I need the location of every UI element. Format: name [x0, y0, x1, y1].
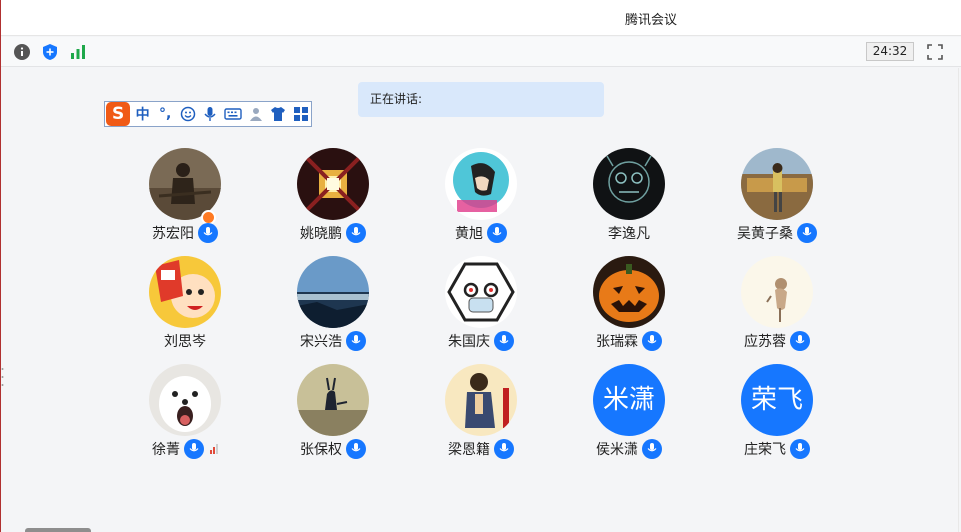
title-bar: 腾讯会议 [1, 0, 961, 36]
microphone-icon [790, 439, 810, 459]
avatar [297, 364, 369, 436]
avatar [149, 364, 221, 436]
avatar [297, 256, 369, 328]
participant-tile[interactable]: 米潇 侯米潇 [569, 364, 689, 464]
avatar [297, 148, 369, 220]
participant-tile[interactable]: 张瑞霖 [569, 256, 689, 356]
shield-icon[interactable] [40, 42, 60, 62]
microphone-icon [494, 331, 514, 351]
network-signal-icon [210, 444, 218, 454]
ime-mode-toggle[interactable]: 中 [132, 103, 153, 125]
participant-tile[interactable]: 宋兴浩 [273, 256, 393, 356]
avatar [741, 256, 813, 328]
microphone-icon [198, 223, 218, 243]
participant-tile[interactable]: 徐菁 [125, 364, 245, 464]
participant-name: 黄旭 [455, 226, 483, 242]
participant-name: 张瑞霖 [596, 334, 638, 350]
speaking-indicator: 正在讲话: [358, 82, 604, 117]
microphone-icon [346, 439, 366, 459]
participant-tile[interactable]: 黄旭 [421, 148, 541, 248]
ime-toolbar: S 中 °, [104, 101, 312, 127]
avatar [593, 256, 665, 328]
avatar [149, 148, 221, 220]
sogou-logo[interactable]: S [106, 102, 131, 126]
participant-tile[interactable]: 朱国庆 [421, 256, 541, 356]
microphone-icon [184, 439, 204, 459]
avatar [445, 148, 517, 220]
participant-name: 张保权 [300, 442, 342, 458]
avatar: 米潇 [593, 364, 665, 436]
participant-tile[interactable]: 姚晓鹏 [273, 148, 393, 248]
microphone-icon [797, 223, 817, 243]
participant-name: 侯米潇 [596, 442, 638, 458]
participant-name: 梁恩籍 [448, 442, 490, 458]
info-icon[interactable] [12, 42, 32, 62]
microphone-icon [494, 439, 514, 459]
participant-tile[interactable]: 张保权 [273, 364, 393, 464]
participant-tile[interactable]: 李逸凡 [569, 148, 689, 248]
divider [958, 68, 959, 532]
participant-name: 刘思岑 [164, 334, 206, 350]
avatar [593, 148, 665, 220]
participant-name: 应苏蓉 [744, 334, 786, 350]
participant-name: 姚晓鹏 [300, 226, 342, 242]
participant-name: 徐菁 [152, 442, 180, 458]
participant-tile[interactable]: 刘思岑 [125, 256, 245, 356]
avatar [741, 148, 813, 220]
microphone-icon [487, 223, 507, 243]
bottom-tab[interactable] [25, 528, 91, 532]
participant-tile[interactable]: 苏宏阳 [125, 148, 245, 248]
emoji-icon[interactable] [177, 103, 198, 125]
meeting-toolbar: 24:32 [1, 37, 961, 67]
avatar [149, 256, 221, 328]
keyboard-icon[interactable] [223, 103, 244, 125]
microphone-icon[interactable] [200, 103, 221, 125]
signal-icon[interactable] [68, 42, 88, 62]
participant-name: 苏宏阳 [152, 226, 194, 242]
microphone-icon [642, 439, 662, 459]
participant-tile[interactable]: 梁恩籍 [421, 364, 541, 464]
participant-tile[interactable]: 吴黄子桑 [717, 148, 837, 248]
fullscreen-icon[interactable] [925, 42, 945, 62]
participant-name: 李逸凡 [608, 226, 650, 242]
microphone-icon [346, 331, 366, 351]
microphone-icon [790, 331, 810, 351]
participant-name: 吴黄子桑 [737, 226, 793, 242]
participant-name: 宋兴浩 [300, 334, 342, 350]
microphone-icon [642, 331, 662, 351]
meeting-window: 腾讯会议 24:32 正在讲话: S 中 °, 苏宏阳 姚晓鹏 黄旭 李逸凡 吴… [0, 0, 961, 532]
participant-name: 朱国庆 [448, 334, 490, 350]
microphone-icon [346, 223, 366, 243]
avatar [445, 256, 517, 328]
participant-tile[interactable]: 荣飞 庄荣飞 [717, 364, 837, 464]
participant-tile[interactable]: 应苏蓉 [717, 256, 837, 356]
user-icon[interactable] [245, 103, 266, 125]
ime-punct-toggle[interactable]: °, [155, 103, 176, 125]
shirt-icon[interactable] [268, 103, 289, 125]
avatar: 荣飞 [741, 364, 813, 436]
resize-handle[interactable] [1, 365, 4, 389]
participant-name: 庄荣飞 [744, 442, 786, 458]
grid-icon[interactable] [290, 103, 311, 125]
window-title: 腾讯会议 [624, 13, 677, 28]
meeting-timer: 24:32 [866, 42, 914, 61]
avatar [445, 364, 517, 436]
